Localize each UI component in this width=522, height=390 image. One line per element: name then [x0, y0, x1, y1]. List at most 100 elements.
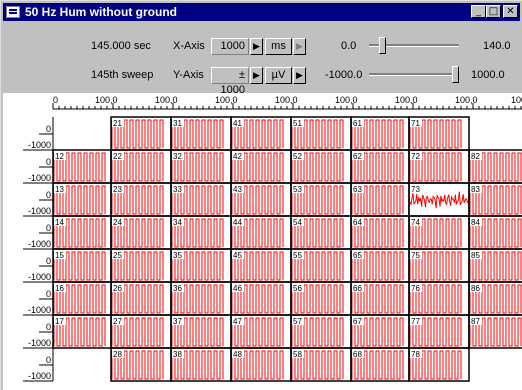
channel-label: 53: [293, 185, 302, 194]
y-axis-scale-spin-button[interactable]: ▶: [250, 67, 263, 84]
channel-label: 75: [411, 251, 420, 260]
channel-label: 83: [471, 185, 480, 194]
waveform-grid-area[interactable]: 0 100,0 100,0 100,0 100,0 100,0 100,0 100,0 100 0…: [3, 93, 522, 390]
channel-label: 57: [293, 317, 302, 326]
x-ruler-label: 0: [53, 95, 58, 105]
channel-label: 22: [113, 152, 122, 161]
channel-label: 45: [233, 251, 242, 260]
x-slider-thumb[interactable]: [378, 37, 386, 54]
channel-label: 42: [233, 152, 242, 161]
channel-label: 33: [173, 185, 182, 194]
channel-label: 71: [411, 119, 420, 128]
close-button[interactable]: ✕: [503, 5, 518, 18]
channel-label: 56: [293, 284, 302, 293]
row-min-label: -1000: [28, 173, 51, 183]
channel-label: 15: [55, 251, 64, 260]
channel-label: 46: [233, 284, 242, 293]
channel-label: 28: [113, 350, 122, 359]
row-zero-label: 0: [46, 190, 51, 200]
channel-label: 34: [173, 218, 182, 227]
channel-label: 73: [411, 185, 420, 194]
channel-label: 77: [411, 317, 420, 326]
channel-label: 48: [233, 350, 242, 359]
title-bar[interactable]: 50 Hz Hum without ground _ □ ✕: [3, 3, 520, 21]
channel-label: 24: [113, 218, 122, 227]
channel-label: 85: [471, 251, 480, 260]
channel-label: 25: [113, 251, 122, 260]
channel-label: 64: [353, 218, 362, 227]
row-min-label: -1000: [28, 305, 51, 315]
channel-label: 86: [471, 284, 480, 293]
x-ruler-label: 100,0: [275, 95, 298, 105]
x-range-slider[interactable]: [369, 36, 459, 56]
channel-label: 38: [173, 350, 182, 359]
y-axis-scale-field[interactable]: ± 1000: [211, 67, 249, 96]
channel-label: 78: [411, 350, 420, 359]
channel-label: 44: [233, 218, 242, 227]
toolbar: 145.000 sec 145th sweep X-Axis 1000 ▶ ms…: [3, 23, 521, 96]
channel-label: 66: [353, 284, 362, 293]
channel-label: 43: [233, 185, 242, 194]
channel-label: 68: [353, 350, 362, 359]
x-axis-scale-spin-button[interactable]: ▶: [250, 38, 263, 55]
channel-label: 84: [471, 218, 480, 227]
x-ruler-label: 100,0: [155, 95, 178, 105]
channel-label: 74: [411, 218, 420, 227]
y-slider-track: [369, 73, 459, 76]
window-icon[interactable]: [6, 6, 20, 18]
channel-label: 58: [293, 350, 302, 359]
time-readout: 145.000 sec: [91, 40, 151, 52]
x-ruler-label: 100,0: [395, 95, 418, 105]
maximize-button[interactable]: □: [486, 5, 501, 18]
waveform-grid[interactable]: 0 100,0 100,0 100,0 100,0 100,0 100,0 100,0 100 0…: [3, 93, 522, 390]
channel-label: 21: [113, 119, 122, 128]
x-ruler-label: 100,0: [455, 95, 478, 105]
y-axis-unit-button[interactable]: µV: [265, 67, 292, 84]
y-axis-label: Y-Axis: [173, 69, 204, 81]
row-zero-label: 0: [46, 223, 51, 233]
channel-label: 35: [173, 251, 182, 260]
row-min-label: -1000: [28, 206, 51, 216]
x-axis-unit-button[interactable]: ms: [265, 38, 292, 55]
channel-label: 54: [293, 218, 302, 227]
x-axis-scale-field[interactable]: 1000: [211, 38, 249, 55]
channel-label: 37: [173, 317, 182, 326]
channel-label: 67: [353, 317, 362, 326]
row-zero-label: 0: [46, 355, 51, 365]
x-axis-label: X-Axis: [173, 40, 205, 52]
x-min-readout: 0.0: [341, 40, 357, 52]
x-ruler-label: 100,0: [335, 95, 358, 105]
app-window: 50 Hz Hum without ground _ □ ✕ 145.000 s…: [0, 0, 522, 390]
row-zero-label: 0: [46, 124, 51, 134]
channel-label: 31: [173, 119, 182, 128]
channel-label: 51: [293, 119, 302, 128]
channel-label: 26: [113, 284, 122, 293]
channel-label: 87: [471, 317, 480, 326]
channel-label: 17: [55, 317, 64, 326]
row-zero-label: 0: [46, 289, 51, 299]
row-zero-label: 0: [46, 157, 51, 167]
channel-label: 14: [55, 218, 64, 227]
channel-label: 82: [471, 152, 480, 161]
x-max-readout: 140.0: [483, 40, 511, 52]
window-title: 50 Hz Hum without ground: [25, 5, 177, 19]
channel-label: 13: [55, 185, 64, 194]
row-min-label: -1000: [28, 140, 51, 150]
x-axis-unit-spin-button[interactable]: ▶: [293, 38, 306, 55]
x-ruler-label: 100,0: [215, 95, 238, 105]
minimize-button[interactable]: _: [471, 5, 486, 18]
row-min-label: -1000: [28, 371, 51, 381]
channel-label: 72: [411, 152, 420, 161]
channel-label: 16: [55, 284, 64, 293]
row-zero-label: 0: [46, 256, 51, 266]
row-min-label: -1000: [28, 338, 51, 348]
y-range-slider[interactable]: [369, 65, 459, 85]
y-slider-thumb[interactable]: [452, 66, 459, 83]
row-min-label: -1000: [28, 239, 51, 249]
channel-label: 62: [353, 152, 362, 161]
x-ruler-label: 100,0: [95, 95, 118, 105]
trace-73: [409, 191, 469, 209]
y-axis-unit-spin-button[interactable]: ▶: [293, 67, 306, 84]
row-zero-label: 0: [46, 322, 51, 332]
channel-label: 76: [411, 284, 420, 293]
